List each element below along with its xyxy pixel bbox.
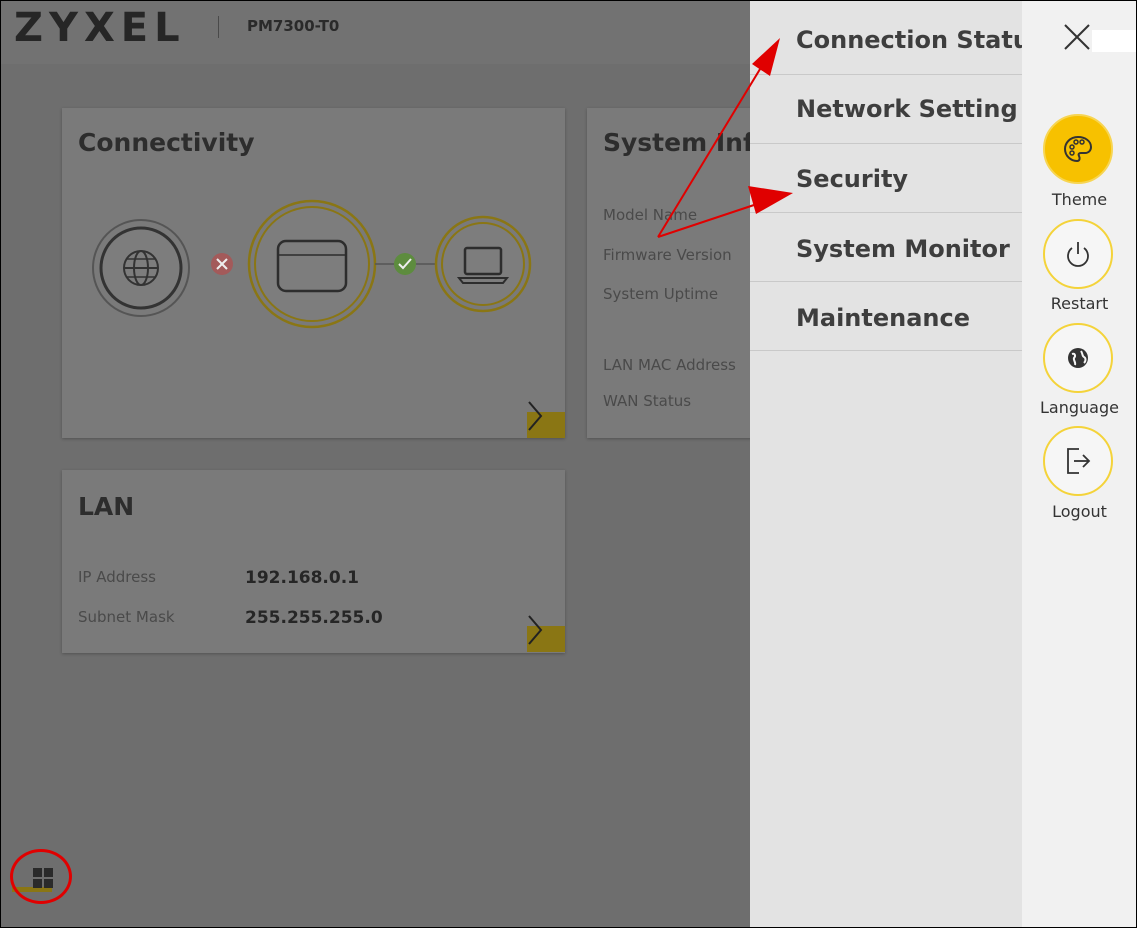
menu-item-label: Connection Status bbox=[796, 26, 1022, 54]
ip-address-label: IP Address bbox=[78, 568, 156, 586]
model-name: PM7300-T0 bbox=[247, 17, 340, 35]
connectivity-more-button[interactable] bbox=[527, 401, 565, 438]
laptop-icon bbox=[434, 215, 532, 313]
system-info-title: System Info bbox=[603, 128, 771, 157]
palette-icon bbox=[1063, 135, 1093, 163]
chevron-right-icon bbox=[528, 401, 543, 431]
menu-item-label: Network Setting bbox=[796, 95, 1018, 123]
menu-item-network-setting[interactable]: Network Setting bbox=[750, 75, 1022, 144]
logout-button[interactable] bbox=[1043, 426, 1113, 496]
firmware-version-label: Firmware Version bbox=[603, 246, 732, 264]
logout-icon bbox=[1067, 448, 1091, 474]
restart-label: Restart bbox=[1050, 294, 1109, 313]
wan-status-label: WAN Status bbox=[603, 392, 692, 410]
language-label: Language bbox=[1040, 398, 1119, 417]
close-icon[interactable] bbox=[1062, 22, 1092, 52]
chevron-right-icon bbox=[528, 615, 543, 645]
connectivity-card: Connectivity bbox=[62, 108, 565, 438]
lan-card: LAN IP Address 192.168.0.1 Subnet Mask 2… bbox=[62, 470, 565, 653]
top-header: ZYXEL PM7300-T0 bbox=[0, 0, 750, 64]
menu-item-security[interactable]: Security bbox=[750, 144, 1022, 213]
disconnected-error-icon bbox=[211, 253, 233, 275]
language-button[interactable] bbox=[1043, 323, 1113, 393]
globe-icon bbox=[1068, 348, 1088, 368]
menu-item-label: System Monitor bbox=[796, 235, 1010, 263]
connected-check-icon bbox=[394, 253, 416, 275]
menu-item-system-monitor[interactable]: System Monitor bbox=[750, 213, 1022, 282]
subnet-mask-label: Subnet Mask bbox=[78, 608, 175, 626]
close-area-highlight bbox=[1092, 30, 1137, 52]
annotation-circle bbox=[10, 849, 72, 904]
lan-title: LAN bbox=[78, 492, 135, 521]
theme-label: Theme bbox=[1051, 190, 1108, 209]
lan-mac-label: LAN MAC Address bbox=[603, 356, 736, 374]
connectivity-diagram bbox=[92, 199, 532, 329]
ip-address-value: 192.168.0.1 bbox=[245, 568, 360, 588]
subnet-mask-value: 255.255.255.0 bbox=[245, 608, 383, 628]
power-icon bbox=[1067, 242, 1089, 267]
system-uptime-label: System Uptime bbox=[603, 285, 719, 303]
menu-item-label: Maintenance bbox=[796, 304, 971, 332]
router-icon bbox=[247, 199, 377, 329]
menu-item-maintenance[interactable]: Maintenance bbox=[750, 282, 1022, 351]
restart-button[interactable] bbox=[1043, 219, 1113, 289]
header-divider bbox=[218, 16, 219, 38]
lan-more-button[interactable] bbox=[527, 615, 565, 652]
internet-globe-icon bbox=[92, 219, 190, 317]
navigation-menu: Connection Status Network Setting Securi… bbox=[750, 0, 1022, 928]
menu-item-connection-status[interactable]: Connection Status bbox=[750, 6, 1022, 75]
menu-item-label: Security bbox=[796, 165, 909, 193]
theme-button[interactable] bbox=[1043, 114, 1113, 184]
logout-label: Logout bbox=[1052, 502, 1107, 521]
zyxel-logo: ZYXEL bbox=[14, 5, 186, 51]
model-name-label: Model Name bbox=[603, 206, 698, 224]
